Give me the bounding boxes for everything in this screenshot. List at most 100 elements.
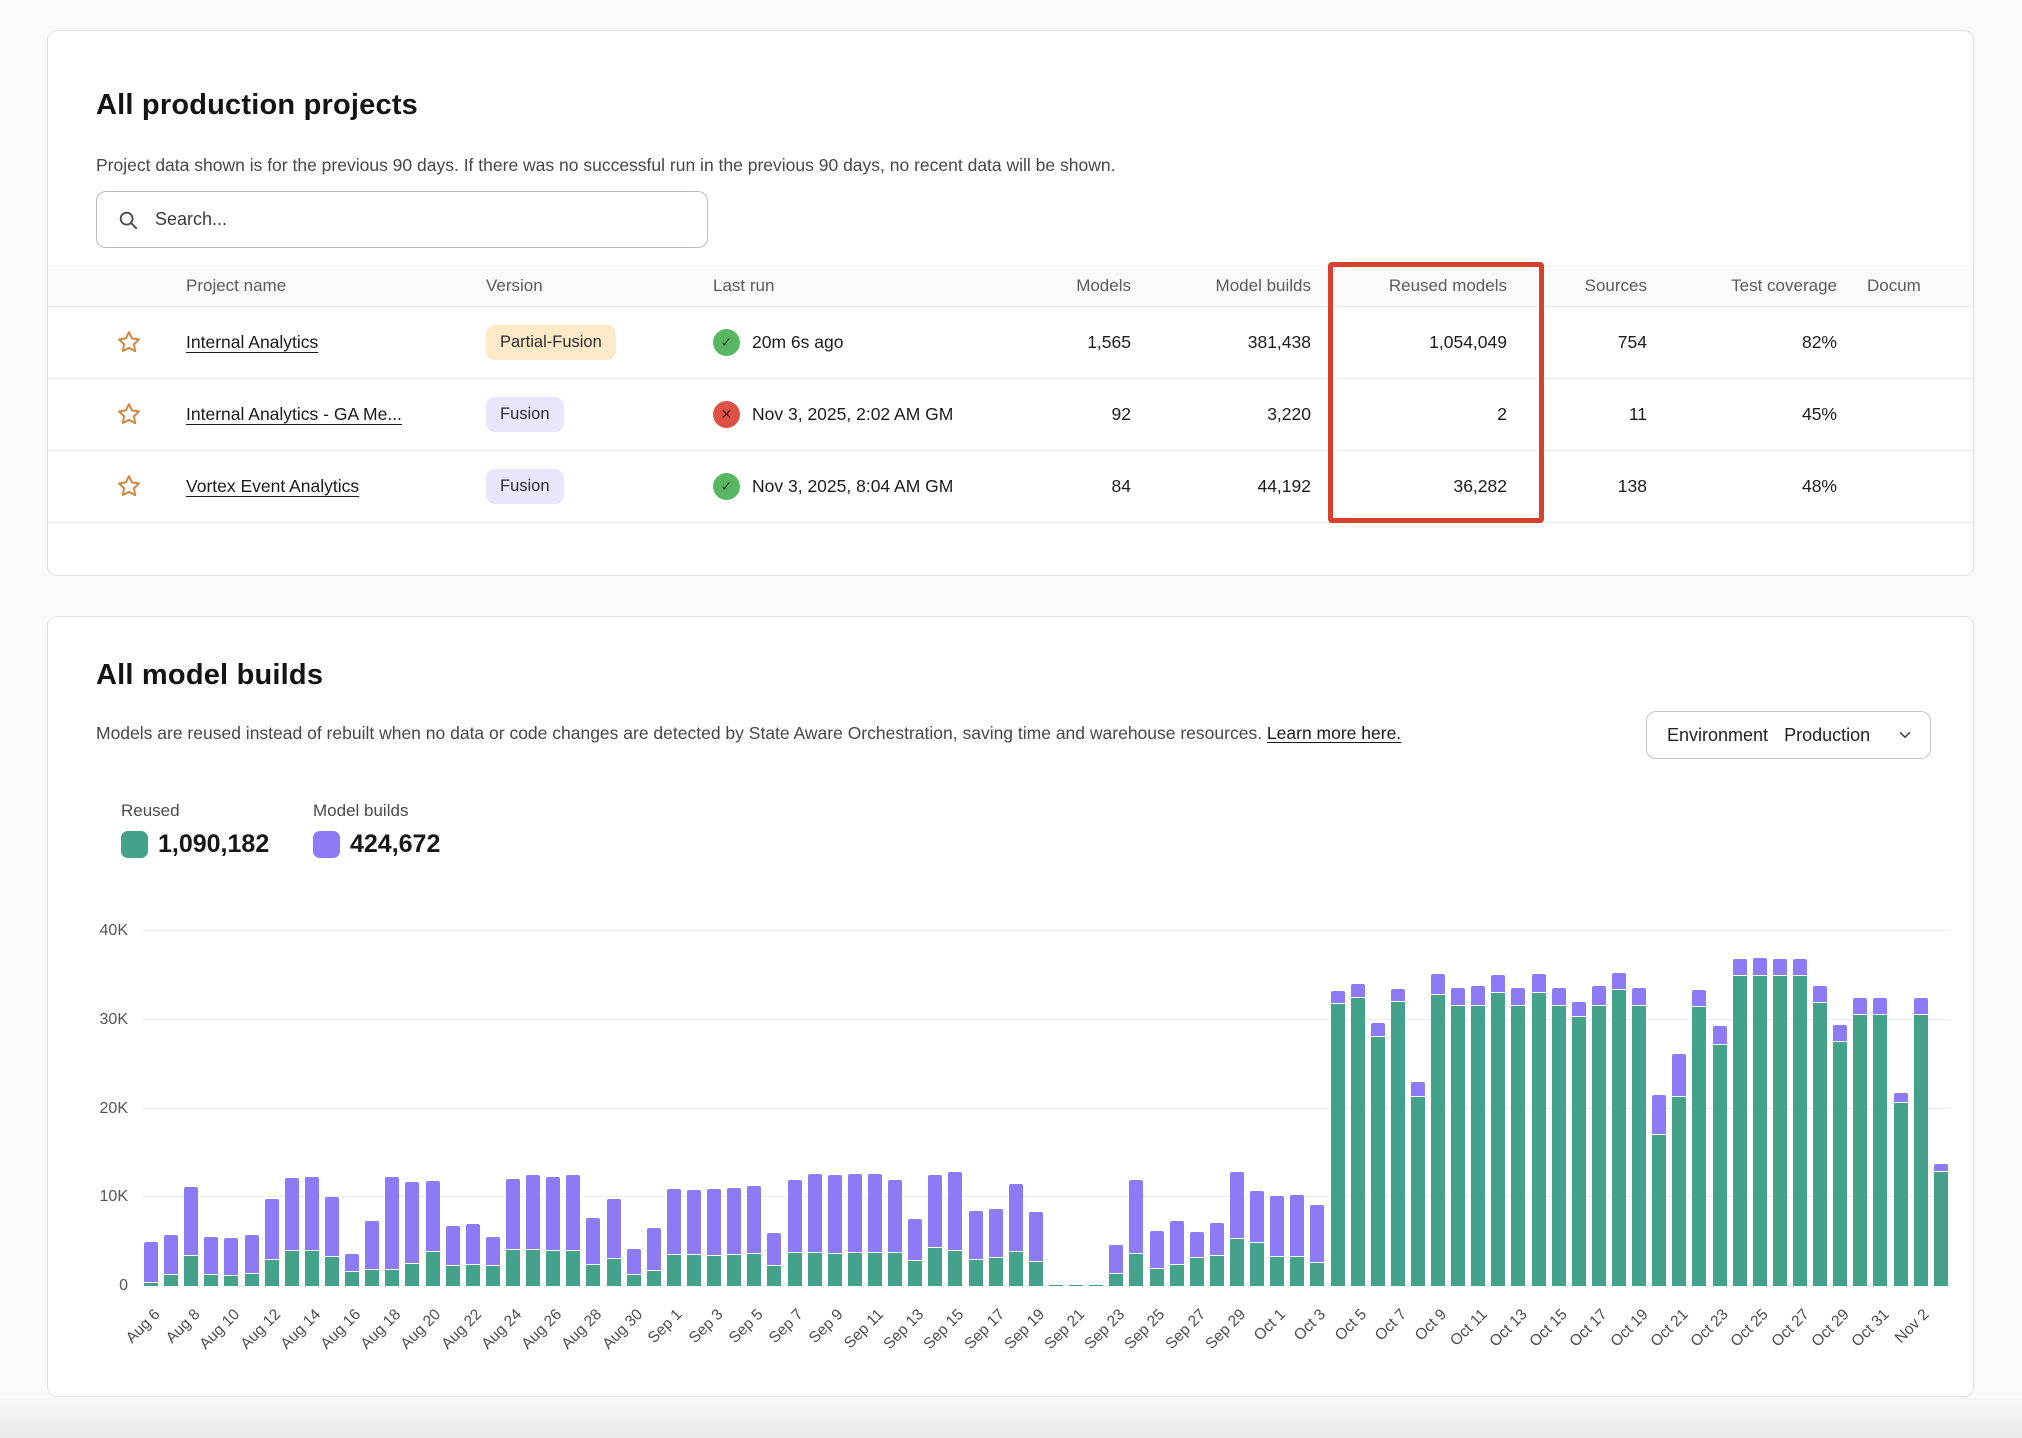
environment-dropdown[interactable]: Environment Production: [1646, 711, 1931, 759]
bar-slot[interactable]: [845, 931, 865, 1286]
bar-slot[interactable]: [865, 931, 885, 1286]
search-input[interactable]: [153, 208, 687, 231]
bar-slot[interactable]: [1126, 931, 1146, 1286]
bar-slot[interactable]: [201, 931, 221, 1286]
bar-slot[interactable]: [1609, 931, 1629, 1286]
favorite-star-button[interactable]: [114, 400, 144, 430]
bar-slot[interactable]: [684, 931, 704, 1286]
bar-slot[interactable]: [362, 931, 382, 1286]
bar-slot[interactable]: [704, 931, 724, 1286]
bar-slot[interactable]: [1026, 931, 1046, 1286]
bar-slot[interactable]: [785, 931, 805, 1286]
bar-slot[interactable]: [624, 931, 644, 1286]
bar-segment-model-builds: [1190, 1232, 1204, 1258]
bar-slot[interactable]: [1287, 931, 1307, 1286]
bar-slot[interactable]: [1006, 931, 1026, 1286]
bar-slot[interactable]: [1870, 931, 1890, 1286]
bar-slot[interactable]: [282, 931, 302, 1286]
favorite-star-button[interactable]: [114, 328, 144, 358]
bar-slot[interactable]: [1408, 931, 1428, 1286]
bar-slot[interactable]: [1770, 931, 1790, 1286]
bar-slot[interactable]: [1830, 931, 1850, 1286]
bar-slot[interactable]: [543, 931, 563, 1286]
bar-slot[interactable]: [905, 931, 925, 1286]
bar-slot[interactable]: [1448, 931, 1468, 1286]
bar-slot[interactable]: [1669, 931, 1689, 1286]
bar-slot[interactable]: [322, 931, 342, 1286]
bar-slot[interactable]: [1106, 931, 1126, 1286]
bar-slot[interactable]: [805, 931, 825, 1286]
bar-slot[interactable]: [825, 931, 845, 1286]
bar-slot[interactable]: [563, 931, 583, 1286]
bar-slot[interactable]: [1790, 931, 1810, 1286]
bar-slot[interactable]: [885, 931, 905, 1286]
bar-slot[interactable]: [1267, 931, 1287, 1286]
project-name-link[interactable]: Vortex Event Analytics: [186, 476, 359, 496]
bar-slot[interactable]: [1810, 931, 1830, 1286]
bar-slot[interactable]: [523, 931, 543, 1286]
bar-slot[interactable]: [1146, 931, 1166, 1286]
bar-slot[interactable]: [664, 931, 684, 1286]
bar-slot[interactable]: [945, 931, 965, 1286]
bar-slot[interactable]: [1307, 931, 1327, 1286]
project-name-link[interactable]: Internal Analytics - GA Me...: [186, 404, 402, 424]
bar-slot[interactable]: [744, 931, 764, 1286]
bar-slot[interactable]: [1649, 931, 1669, 1286]
bar-slot[interactable]: [1549, 931, 1569, 1286]
bar-slot[interactable]: [1187, 931, 1207, 1286]
bar-slot[interactable]: [242, 931, 262, 1286]
bar-slot[interactable]: [1046, 931, 1066, 1286]
favorite-star-button[interactable]: [114, 472, 144, 502]
bar-slot[interactable]: [1689, 931, 1709, 1286]
bar-slot[interactable]: [161, 931, 181, 1286]
bar-slot[interactable]: [402, 931, 422, 1286]
bar-slot[interactable]: [342, 931, 362, 1286]
bar-slot[interactable]: [1629, 931, 1649, 1286]
bar-slot[interactable]: [1207, 931, 1227, 1286]
bar-slot[interactable]: [1348, 931, 1368, 1286]
bar-slot[interactable]: [463, 931, 483, 1286]
bar-slot[interactable]: [1247, 931, 1267, 1286]
bar-slot[interactable]: [1368, 931, 1388, 1286]
bar-slot[interactable]: [1931, 931, 1951, 1286]
bar-slot[interactable]: [986, 931, 1006, 1286]
bar-slot[interactable]: [181, 931, 201, 1286]
bar-slot[interactable]: [443, 931, 463, 1286]
bar-slot[interactable]: [925, 931, 945, 1286]
bar-slot[interactable]: [382, 931, 402, 1286]
bar-slot[interactable]: [302, 931, 322, 1286]
bar-slot[interactable]: [423, 931, 443, 1286]
bar-slot[interactable]: [1710, 931, 1730, 1286]
bar-slot[interactable]: [1327, 931, 1347, 1286]
bar-slot[interactable]: [1066, 931, 1086, 1286]
learn-more-link[interactable]: Learn more here.: [1267, 723, 1401, 743]
bar-slot[interactable]: [1730, 931, 1750, 1286]
bar-slot[interactable]: [1569, 931, 1589, 1286]
bar-slot[interactable]: [1750, 931, 1770, 1286]
bar-slot[interactable]: [1428, 931, 1448, 1286]
bar-slot[interactable]: [1529, 931, 1549, 1286]
bar-slot[interactable]: [764, 931, 784, 1286]
bar-slot[interactable]: [1488, 931, 1508, 1286]
bar-slot[interactable]: [724, 931, 744, 1286]
bar-slot[interactable]: [1388, 931, 1408, 1286]
bar-slot[interactable]: [1891, 931, 1911, 1286]
bar-slot[interactable]: [1589, 931, 1609, 1286]
bar-slot[interactable]: [1167, 931, 1187, 1286]
bar-slot[interactable]: [503, 931, 523, 1286]
bar-slot[interactable]: [644, 931, 664, 1286]
bar-slot[interactable]: [1850, 931, 1870, 1286]
bar-slot[interactable]: [1086, 931, 1106, 1286]
project-name-link[interactable]: Internal Analytics: [186, 332, 318, 352]
bar-slot[interactable]: [483, 931, 503, 1286]
bar-slot[interactable]: [141, 931, 161, 1286]
bar-slot[interactable]: [1468, 931, 1488, 1286]
bar-slot[interactable]: [262, 931, 282, 1286]
bar-slot[interactable]: [604, 931, 624, 1286]
bar-slot[interactable]: [1911, 931, 1931, 1286]
bar-slot[interactable]: [965, 931, 985, 1286]
bar-slot[interactable]: [583, 931, 603, 1286]
bar-slot[interactable]: [1227, 931, 1247, 1286]
bar-slot[interactable]: [1508, 931, 1528, 1286]
bar-slot[interactable]: [221, 931, 241, 1286]
